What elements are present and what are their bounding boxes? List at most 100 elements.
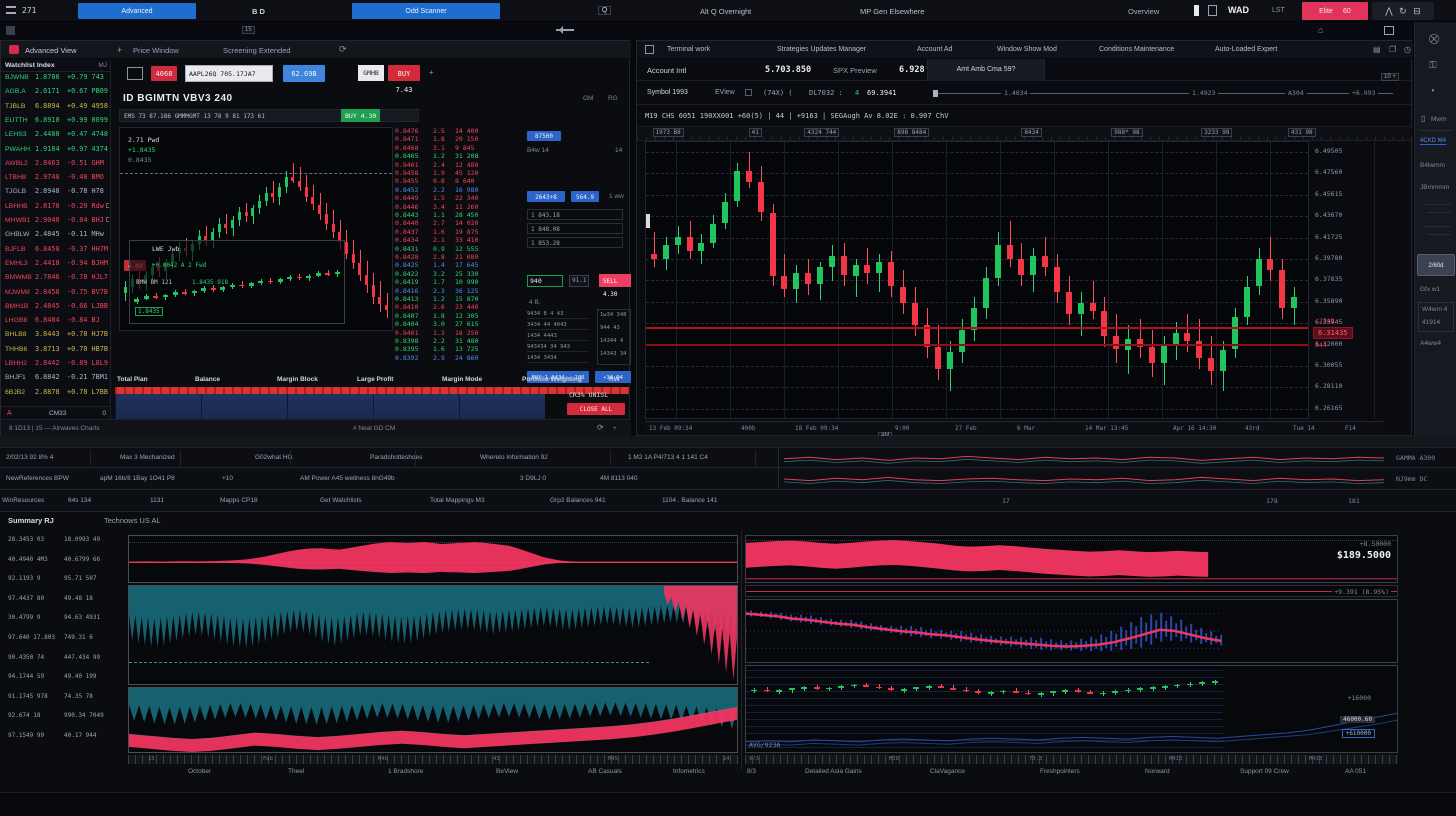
watchlist-row[interactable]: TJGLB2.8948-0.78 H78 <box>5 187 109 201</box>
chart-header-box[interactable]: 898 8484 <box>894 128 929 137</box>
watchlist-row[interactable]: 6BJB22.8878+0.78 L7BB <box>5 388 109 402</box>
band-pane[interactable]: +8.50000 $189.5000 <box>745 535 1398 583</box>
watchlist-row[interactable]: AWBL22.8463-0.51 GHM <box>5 159 109 173</box>
app-icon[interactable] <box>6 26 15 35</box>
order-book-row[interactable]: 0.83922.924 860 <box>395 354 525 362</box>
watchlist-row[interactable]: EUTTH6.8910+0.99 0099 <box>5 116 109 130</box>
sidebar-doc-label[interactable]: Mwm <box>1431 116 1447 123</box>
osc-pane-b[interactable] <box>128 585 738 685</box>
order-book-row[interactable]: 0.84223.225 330 <box>395 270 525 278</box>
status-item[interactable]: 1 M2 1A P4/713 4 1 141 C4 <box>628 454 708 461</box>
buy-badge[interactable]: BUY 4.30 <box>341 109 380 122</box>
status-item[interactable]: 64s 134 <box>68 497 91 504</box>
ticket-btn-b[interactable]: 564.9 <box>571 191 599 202</box>
watchlist-row[interactable]: EMHL32.4418-0.94 BJHM <box>5 259 109 273</box>
osc-pane-c[interactable] <box>128 687 738 753</box>
order-book-row[interactable]: 0.84011.318 250 <box>395 329 525 337</box>
order-book-row[interactable]: 0.84342.133 410 <box>395 236 525 244</box>
order-book[interactable]: 0.84762.514 4000.84711.820 1500.84683.19… <box>395 127 525 363</box>
status-item[interactable]: WinResources <box>2 497 44 504</box>
sidebar-gfx-label[interactable]: Gfx w1 <box>1420 286 1440 293</box>
menu-clock-icon[interactable]: ◷ <box>1404 45 1411 54</box>
ichimoku-pane[interactable]: +16000 46000.60 +610000 AVG/923A <box>745 665 1398 753</box>
macd-pane[interactable] <box>745 599 1398 663</box>
add-tab-button[interactable]: + <box>117 45 122 55</box>
buy-button[interactable]: BUY 7.43 <box>388 65 420 81</box>
left-axis-strip[interactable]: 15FebM4b43M4514 <box>128 755 738 764</box>
grid-icon[interactable] <box>127 67 143 80</box>
osc-pane-a[interactable] <box>128 535 738 583</box>
order-book-row[interactable]: 0.83982.231 480 <box>395 337 525 345</box>
ticket-chip[interactable]: 87500 <box>527 131 561 141</box>
watchlist-row[interactable]: GHBLW2.4845-0.11 MHw <box>5 230 109 244</box>
refresh-tab-icon[interactable]: ⟳ <box>339 44 347 55</box>
time-axis[interactable]: 13 Feb 09:34400b18 Feb 09:349:0027 Feb6 … <box>645 421 1385 434</box>
compass-icon[interactable]: ◔ <box>1429 86 1435 97</box>
back-arrow-icon[interactable] <box>556 29 574 31</box>
status-item[interactable]: 2/02/13 92 8% 4 <box>6 454 53 461</box>
watchlist-row[interactable]: THHB63.8713+0.70 HB7B <box>5 345 109 359</box>
status-item[interactable]: NewReferences BPW <box>6 475 69 482</box>
statusbar-right[interactable]: + <box>613 425 617 432</box>
order-book-row[interactable]: 0.84371.619 875 <box>395 228 525 236</box>
watchlist-row[interactable]: MHWB12.9040-0.84 BHJ <box>5 216 109 230</box>
watchlist-row[interactable]: PWAHH1.9184+0.97 4374 <box>5 145 109 159</box>
menu-item[interactable]: Strategies Updates Manager <box>777 46 866 53</box>
zoom-control[interactable]: 10 + <box>1381 73 1399 81</box>
order-book-row[interactable]: 0.84402.714 020 <box>395 219 525 227</box>
order-book-row[interactable]: 0.84762.514 400 <box>395 127 525 135</box>
status-item[interactable]: Whereto Information 92 <box>480 454 548 461</box>
status-item[interactable]: 4M 8113 040 <box>600 475 637 482</box>
watchlist-row[interactable]: LHGB86.8484-0.84 BJ <box>5 316 109 330</box>
terminal-red-button[interactable]: 4068 <box>151 66 177 81</box>
order-book-row[interactable]: 0.84102.623 440 <box>395 303 525 311</box>
chart-header-box[interactable]: 431 98 <box>1288 128 1316 137</box>
price-box[interactable]: 91.1 <box>569 275 589 287</box>
tab-bd[interactable]: B D <box>252 7 265 16</box>
quote-button[interactable]: 62.69B <box>283 65 325 82</box>
watchlist-row[interactable]: BHJF16.8842-0.21 7BM1 <box>5 373 109 387</box>
order-book-row[interactable]: 0.84612.412 480 <box>395 161 525 169</box>
account-tab[interactable]: Amt Amb Cma 59? <box>927 59 1045 81</box>
order-book-row[interactable]: 0.84522.216 980 <box>395 186 525 194</box>
main-chart-plot[interactable] <box>645 141 1309 419</box>
order-book-row[interactable]: 0.84251.417 645 <box>395 261 525 269</box>
menu-overview[interactable]: Overview <box>1128 7 1159 16</box>
quantity-input[interactable] <box>527 275 563 287</box>
ticket-slot[interactable]: 1 843.18 <box>527 209 623 220</box>
chart-header-box[interactable]: 3233 98 <box>1201 128 1232 137</box>
tab-odd-scanner[interactable]: Odd Scanner <box>352 3 500 19</box>
rg-label[interactable]: RG <box>608 95 618 102</box>
toolbar-plus[interactable]: + <box>429 68 434 77</box>
statusbar-refresh-icon[interactable]: ⟳ <box>597 423 604 432</box>
order-book-row[interactable]: 0.84651.231 208 <box>395 152 525 160</box>
order-book-row[interactable]: 0.84310.912 555 <box>395 245 525 253</box>
slider-handle[interactable] <box>933 90 938 97</box>
gm-label[interactable]: GM <box>583 95 593 102</box>
ticket-btn-a[interactable]: 2643+8 <box>527 191 565 202</box>
order-book-row[interactable]: 0.84431.128 450 <box>395 211 525 219</box>
tab-summary[interactable]: Summary RJ <box>8 516 54 525</box>
menu-item[interactable]: Auto-Loaded Expert <box>1215 46 1277 53</box>
order-book-row[interactable]: 0.84463.411 260 <box>395 203 525 211</box>
right-axis-strip[interactable]: 9/3M3873.3M413M433 <box>745 755 1398 764</box>
order-book-row[interactable]: 0.84683.19 845 <box>395 144 525 152</box>
menu-discovery[interactable]: MP Gen Elsewhere <box>860 7 924 16</box>
order-book-row[interactable]: 0.84491.522 340 <box>395 194 525 202</box>
watchlist-row[interactable]: LTBHB2.9748-0.40 BMO <box>5 173 109 187</box>
terminal-chart[interactable]: 2.71 Pwd +1.8435 0.8435 4.03 LWE Jwb +0.… <box>119 127 393 331</box>
menu-item[interactable]: Account Ad <box>917 46 952 53</box>
sidebar-active-button[interactable]: 2/60d <box>1417 254 1455 276</box>
order-book-row[interactable]: 0.84711.820 150 <box>395 135 525 143</box>
clipboard-icon[interactable] <box>1208 5 1217 16</box>
order-book-row[interactable]: 0.84550.88 640 <box>395 177 525 185</box>
hamburger-icon[interactable] <box>6 6 16 14</box>
order-book-row[interactable]: 0.84282.821 080 <box>395 253 525 261</box>
home-icon[interactable]: ⌂ <box>1318 25 1323 35</box>
status-item[interactable]: 1131 <box>150 497 164 504</box>
sidebar-box-row-2[interactable]: 41914 <box>1422 319 1440 326</box>
ticket-slot[interactable]: 1 853.28 <box>527 237 623 248</box>
order-book-row[interactable]: 0.84191.710 990 <box>395 278 525 286</box>
toolbar-icon-group[interactable]: ⋀ ↻ ⊟ <box>1372 2 1434 20</box>
layers-icon[interactable]: ⊟ <box>1413 6 1421 16</box>
